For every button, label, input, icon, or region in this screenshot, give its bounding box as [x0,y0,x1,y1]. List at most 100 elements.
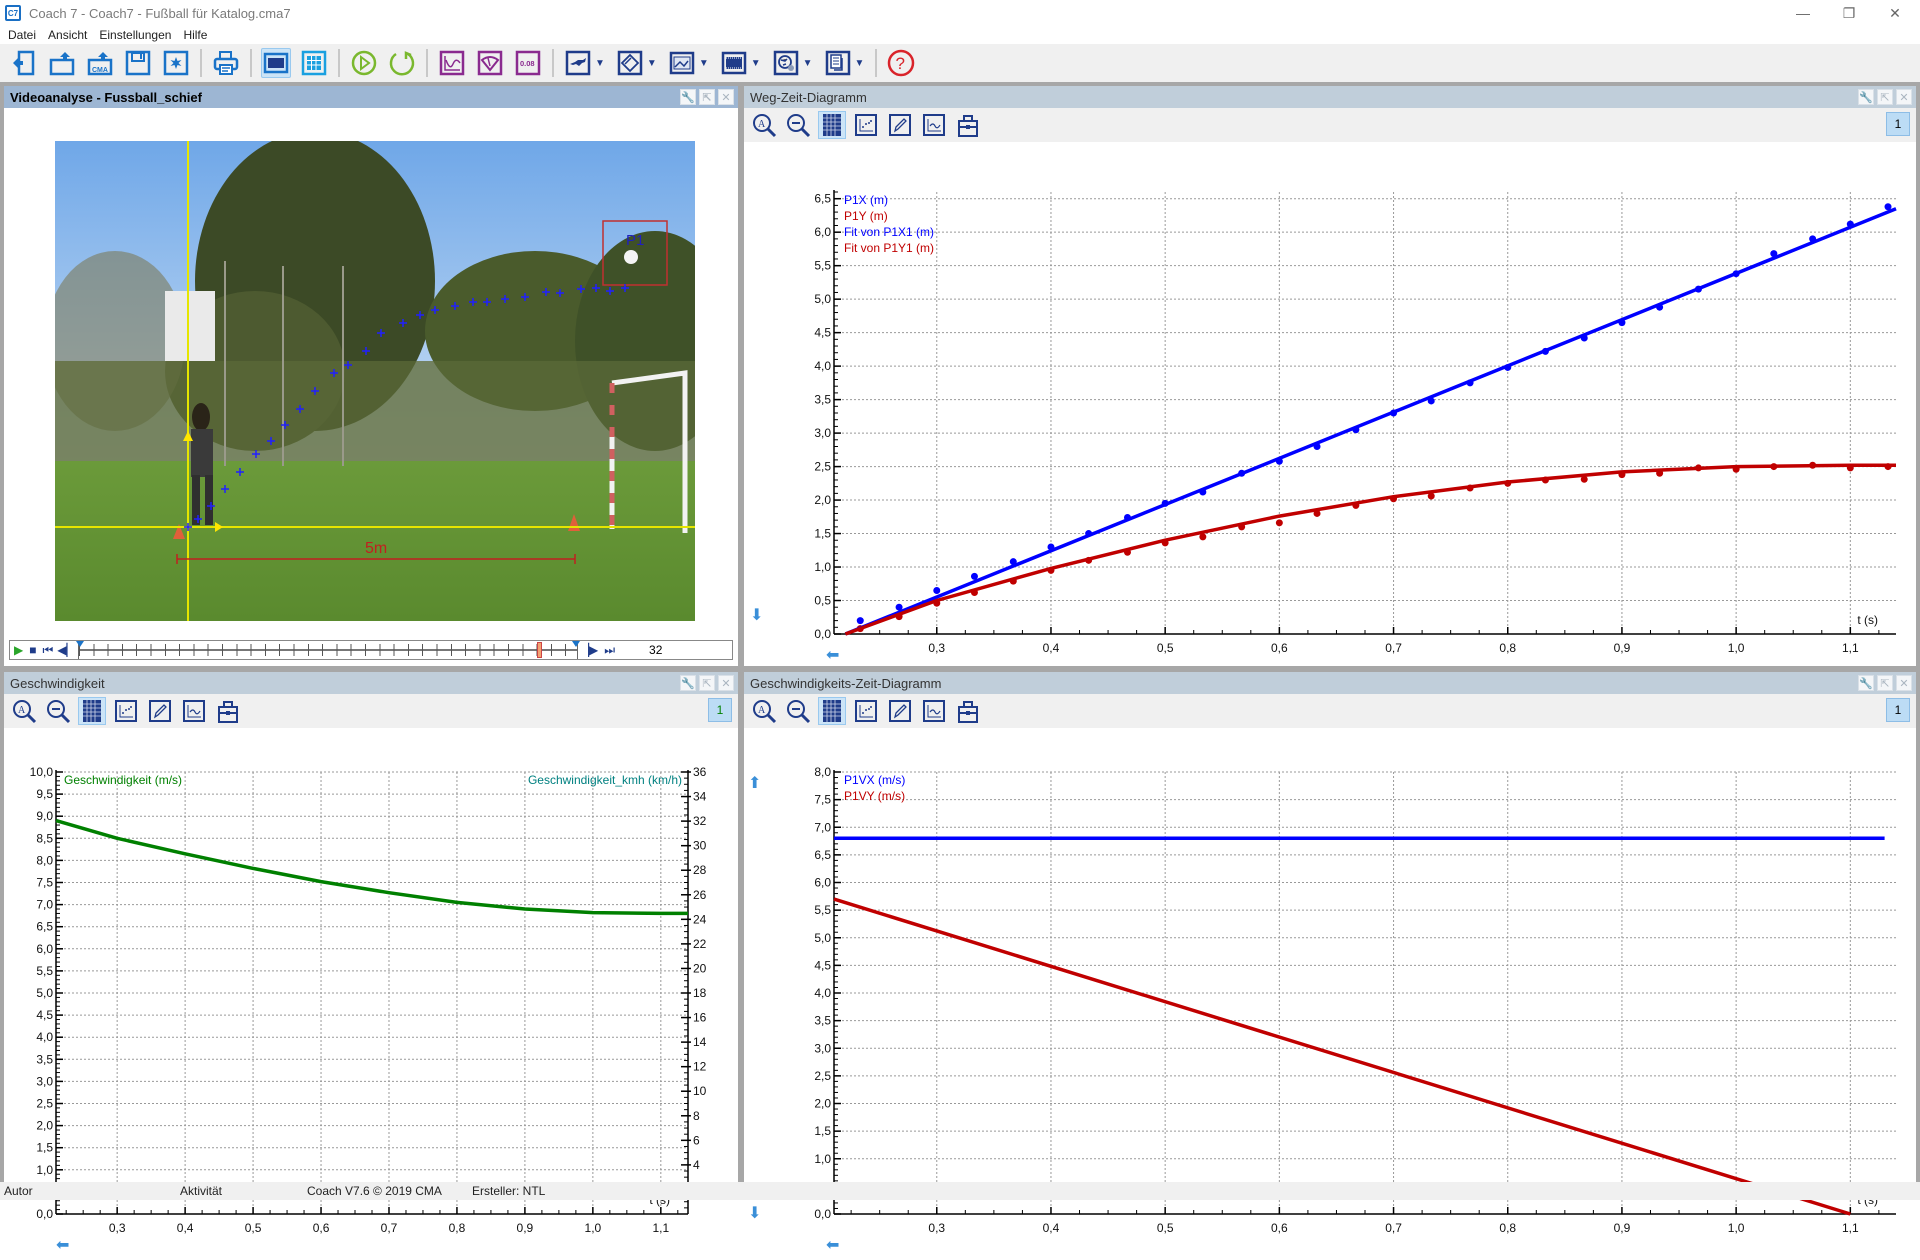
animation-dropdown-icon[interactable]: ▼ [595,58,605,69]
fit-button[interactable] [920,111,948,139]
current-frame-marker[interactable] [536,642,542,658]
previous-frame-icon[interactable]: ◀▏ [57,643,75,657]
documents-button[interactable] [823,48,853,78]
grid-button[interactable] [818,697,846,725]
eraser-button[interactable] [615,48,645,78]
maximize-icon[interactable]: ⇱ [699,89,715,105]
film-dropdown-icon[interactable]: ▼ [751,58,761,69]
draw-button[interactable] [886,697,914,725]
close-icon[interactable]: ✕ [1896,89,1912,105]
geschwindigkeits-zeit-panel: Geschwindigkeits-Zeit-Diagramm 🔧 ⇱ ✕ A 1 0… [744,672,1916,1260]
close-icon[interactable]: ✕ [718,89,734,105]
first-frame-icon[interactable]: ⏮ [42,643,53,658]
play-video-icon[interactable]: ▶ [14,643,23,657]
wrench-icon[interactable]: 🔧 [1858,675,1874,691]
maximize-icon[interactable]: ⇱ [1877,675,1893,691]
page-badge[interactable]: 1 [1886,698,1910,722]
page-badge[interactable]: 1 [1886,112,1910,136]
start-marker[interactable] [75,641,84,647]
stop-video-icon[interactable]: ■ [29,643,36,657]
draw-button[interactable] [146,697,174,725]
frame-slider[interactable] [75,641,580,659]
wrench-icon[interactable]: 🔧 [680,675,696,691]
scatter-button[interactable] [112,697,140,725]
zoom-out-button[interactable] [784,111,812,139]
restore-button[interactable]: ❐ [1826,0,1872,26]
zoom-out-button[interactable] [44,697,72,725]
print-button[interactable] [211,48,241,78]
page-badge[interactable]: 1 [708,698,732,722]
x-tick-label: 0,3 [928,641,945,655]
y-tick-label: 3,0 [814,1041,831,1055]
minimize-button[interactable]: — [1780,0,1826,26]
add-meter-button[interactable] [475,48,505,78]
image-dropdown-icon[interactable]: ▼ [699,58,709,69]
y-tick-label: 1,5 [36,1141,53,1155]
weg-zeit-chart[interactable]: 0,0 0,5 1,0 1,5 2,0 2,5 3,0 3,5 4,0 4,5 5,0 5,5 6,0 6… [744,142,1916,666]
toolbox-button[interactable] [954,111,982,139]
reset-button[interactable] [387,48,417,78]
grid-button[interactable] [818,111,846,139]
eraser-dropdown-icon[interactable]: ▼ [647,58,657,69]
close-icon[interactable]: ✕ [718,675,734,691]
open-cma-button[interactable]: CMA [85,48,115,78]
maximize-icon[interactable]: ⇱ [1877,89,1893,105]
y-tick-label: 6,0 [36,942,53,956]
exit-button[interactable] [9,48,39,78]
zoom-auto-button[interactable]: A [750,697,778,725]
zoom-auto-button[interactable]: A [750,111,778,139]
add-graph-button[interactable] [437,48,467,78]
scatter-button[interactable] [852,111,880,139]
geschwindigkeit-chart[interactable]: 0,0 0,5 1,0 1,5 2,0 2,5 3,0 3,5 4,0 4,5 5,0 5,5 6,0 6… [4,728,738,1260]
menu-einstellungen[interactable]: Einstellungen [99,28,171,42]
video-mode-button[interactable] [261,48,291,78]
last-frame-icon[interactable]: ⏭ [604,643,615,658]
weg-zeit-panel: Weg-Zeit-Diagramm 🔧 ⇱ ✕ A 1 0,0 0,5 1,0 1,5 2,… [744,86,1916,666]
wrench-icon[interactable]: 🔧 [1858,89,1874,105]
open-button[interactable] [47,48,77,78]
add-value-display-button[interactable]: 0.08 [513,48,543,78]
globe-settings-button[interactable] [771,48,801,78]
scroll-down-arrow-icon[interactable]: ⬇ [748,1205,761,1222]
help-button[interactable]: ? [886,48,916,78]
documents-dropdown-icon[interactable]: ▼ [855,58,865,69]
maximize-icon[interactable]: ⇱ [699,675,715,691]
menu-datei[interactable]: Datei [8,28,36,42]
geschwindigkeits-zeit-chart[interactable]: 0,0 0,5 1,0 1,5 2,0 2,5 3,0 3,5 4,0 4,5 5,0 5,5 6,0 6… [744,728,1916,1260]
menu-ansicht[interactable]: Ansicht [48,28,87,42]
grid-button[interactable] [78,697,106,725]
zoom-out-button[interactable] [784,697,812,725]
close-window-button[interactable]: ✕ [1872,0,1918,26]
scroll-left-arrow-icon[interactable]: ⬅ [56,1237,69,1254]
scroll-down-arrow-icon[interactable]: ⬇ [750,607,763,624]
close-icon[interactable]: ✕ [1896,675,1912,691]
title-bar: C7 Coach 7 - Coach7 - Fußball für Katalo… [0,0,1920,26]
toolbox-button[interactable] [214,697,242,725]
table-mode-button[interactable] [299,48,329,78]
new-activity-button[interactable] [161,48,191,78]
start-button[interactable] [349,48,379,78]
animation-button[interactable] [563,48,593,78]
zoom-auto-icon: A [753,700,777,724]
menu-hilfe[interactable]: Hilfe [183,28,207,42]
scroll-left-arrow-icon[interactable]: ⬅ [826,647,839,664]
video-frame[interactable]: 5m P1 [55,141,695,621]
film-button[interactable] [719,48,749,78]
y-tick-label: 8,5 [36,831,53,845]
scroll-left-arrow-icon[interactable]: ⬅ [826,1237,839,1254]
end-marker[interactable] [571,641,580,647]
fit-button[interactable] [180,697,208,725]
draw-button[interactable] [886,111,914,139]
next-frame-icon[interactable]: ▕▶ [580,643,598,657]
x-tick-label: 0,5 [1157,641,1174,655]
zoom-auto-button[interactable]: A [10,697,38,725]
wrench-icon[interactable]: 🔧 [680,89,696,105]
globe-settings-dropdown-icon[interactable]: ▼ [803,58,813,69]
scatter-button[interactable] [852,697,880,725]
scroll-up-arrow-icon[interactable]: ⬆ [748,775,761,792]
toolbox-button[interactable] [954,697,982,725]
save-button[interactable] [123,48,153,78]
image-button[interactable] [667,48,697,78]
function-fit-icon [923,700,945,722]
fit-button[interactable] [920,697,948,725]
